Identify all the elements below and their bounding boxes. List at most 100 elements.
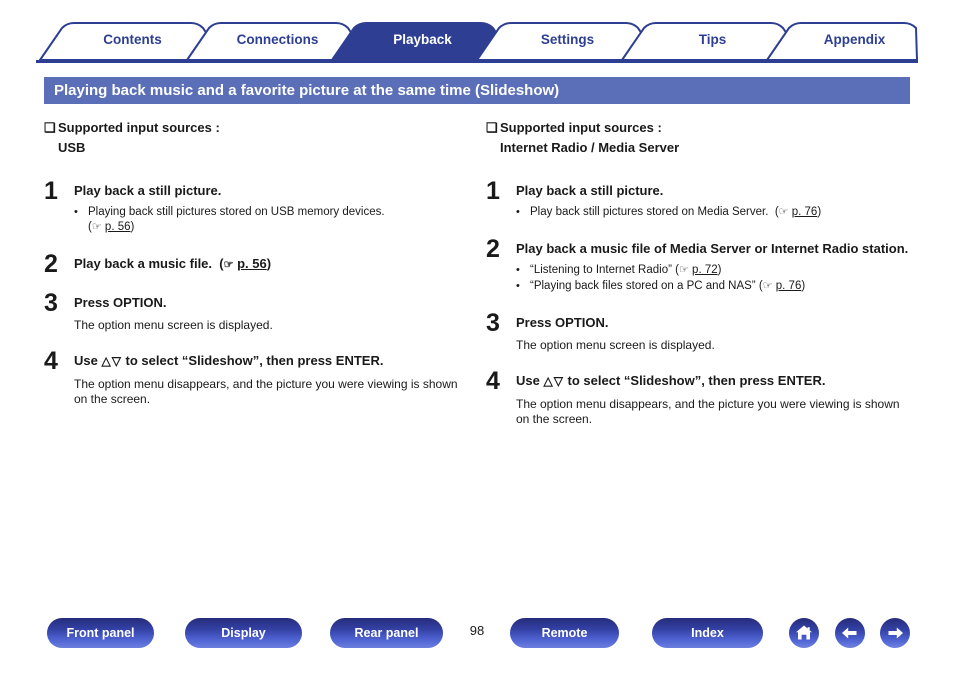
step-item: 2 Play back a music file. (☞ p. 56) [44,250,474,278]
ref-close-paren: ) [717,264,722,276]
step-bullets: • Play back still pictures stored on Med… [516,205,916,220]
step-number: 3 [486,309,500,337]
steps-list-right: 1 Play back a still picture. • Play back… [486,177,916,427]
display-button[interactable]: Display [185,618,302,648]
tab-playback[interactable]: Playback [357,22,488,58]
supported-sources-heading-right: ❏ Supported input sources : Internet Rad… [486,118,916,158]
step-title-suffix: to select “Slideshow”, then press ENTER. [121,353,384,368]
page-title: Playing back music and a favorite pictur… [44,77,910,104]
step-title: Press OPTION. [516,315,609,330]
step-title-prefix: Use [74,353,102,368]
step-number: 1 [486,177,500,205]
step-title-prefix: Use [516,373,544,388]
bullet-dot-icon: • [516,280,520,292]
step-title: Play back a music file. (☞ p. 56) [74,255,474,274]
step-number: 2 [486,235,500,263]
front-panel-button[interactable]: Front panel [47,618,154,648]
step-item: 2 Play back a music file of Media Server… [486,235,916,295]
rear-panel-button[interactable]: Rear panel [330,618,443,648]
bullet-text: Play back still pictures stored on Media… [530,206,769,218]
step-item: 4 Use △▽ to select “Slideshow”, then pre… [486,367,916,427]
step-note: The option menu disappears, and the pict… [516,397,900,426]
step-item: 1 Play back a still picture. • Playing b… [44,177,474,236]
footer-navigation: Front panel Display Rear panel 98 Remote… [0,618,954,658]
updown-triangle-icon: △▽ [101,354,122,368]
home-button[interactable] [789,618,819,648]
ref-close-paren: ) [266,256,272,271]
step-number: 4 [486,367,500,395]
tab-appendix[interactable]: Appendix [792,22,917,58]
bullet-text: Playing back still pictures stored on US… [88,206,385,218]
ref-close-paren: ) [130,221,135,233]
ref-close-paren: ) [817,206,822,218]
step-number: 2 [44,250,58,278]
bullet-dot-icon: • [74,206,78,218]
tab-connections[interactable]: Connections [212,22,343,58]
ref-close-paren: ) [801,280,806,292]
step-item: 3 Press OPTION. The option menu screen i… [44,289,474,333]
forward-button[interactable] [880,618,910,648]
ref-page-number: p. 56 [237,256,267,271]
arrow-left-icon [842,627,857,639]
page-reference-link[interactable]: (☞ p. 56) [219,256,271,271]
step-note: The option menu screen is displayed. [516,338,715,352]
list-item: • Playing back still pictures stored on … [74,205,474,235]
page-reference-link[interactable]: (☞ p. 56) [88,221,134,233]
tab-contents[interactable]: Contents [67,22,198,58]
ref-page-number: p. 76 [791,206,818,218]
column-left: ❏ Supported input sources : USB 1 Play b… [44,118,474,424]
tab-bar: Contents Connections Playback Settings T… [36,22,918,62]
step-note: The option menu disappears, and the pict… [74,377,458,406]
pointing-hand-icon: ☞ [91,221,102,233]
pointing-hand-icon: ☞ [223,259,234,271]
step-number: 4 [44,347,58,375]
supported-sources-value: USB [58,140,86,155]
step-title: Play back a still picture. [516,183,664,198]
step-title: Press OPTION. [74,295,167,310]
bullet-dot-icon: • [516,206,520,218]
supported-sources-label: Supported input sources : [58,120,220,135]
index-button[interactable]: Index [652,618,763,648]
ref-page-number: p. 72 [692,264,718,276]
step-item: 4 Use △▽ to select “Slideshow”, then pre… [44,347,474,407]
page-reference-link[interactable]: (☞ p. 76) [775,206,821,218]
bullet-text: “Listening to Internet Radio” [530,264,672,276]
tab-bar-divider [36,60,918,63]
back-button[interactable] [835,618,865,648]
pointing-hand-icon: ☞ [678,264,689,276]
step-title-suffix: to select “Slideshow”, then press ENTER. [563,373,826,388]
steps-list-left: 1 Play back a still picture. • Playing b… [44,177,474,407]
list-item: • Play back still pictures stored on Med… [516,205,916,220]
step-item: 3 Press OPTION. The option menu screen i… [486,309,916,353]
arrow-right-icon [888,627,903,639]
page-reference-link[interactable]: (☞ p. 72) [675,264,721,276]
supported-sources-label: Supported input sources : [500,120,662,135]
ref-page-number: p. 56 [104,221,131,233]
updown-triangle-icon: △▽ [543,374,564,388]
step-title: Play back a still picture. [74,183,222,198]
step-bullets: • “Listening to Internet Radio” (☞ p. 72… [516,263,916,294]
step-item: 1 Play back a still picture. • Play back… [486,177,916,221]
square-bullet-icon: ❏ [486,120,498,135]
page-number: 98 [469,623,485,638]
bullet-dot-icon: • [516,264,520,276]
step-title-text: Play back a music file. [74,256,213,271]
pointing-hand-icon: ☞ [762,280,773,292]
page-reference-link[interactable]: (☞ p. 76) [759,280,805,292]
home-icon [796,625,812,640]
ref-page-number: p. 76 [775,280,802,292]
step-title: Use △▽ to select “Slideshow”, then press… [74,352,474,370]
list-item: • “Listening to Internet Radio” (☞ p. 72… [516,263,916,278]
remote-button[interactable]: Remote [510,618,619,648]
tab-tips[interactable]: Tips [647,22,778,58]
bullet-text: “Playing back files stored on a PC and N… [530,280,756,292]
step-number: 3 [44,289,58,317]
square-bullet-icon: ❏ [44,120,56,135]
tab-settings[interactable]: Settings [502,22,633,58]
step-title: Use △▽ to select “Slideshow”, then press… [516,372,916,390]
supported-sources-heading-left: ❏ Supported input sources : USB [44,118,474,158]
step-bullets: • Playing back still pictures stored on … [74,205,474,235]
step-number: 1 [44,177,58,205]
step-title: Play back a music file of Media Server o… [516,241,909,256]
list-item: • “Playing back files stored on a PC and… [516,279,916,294]
